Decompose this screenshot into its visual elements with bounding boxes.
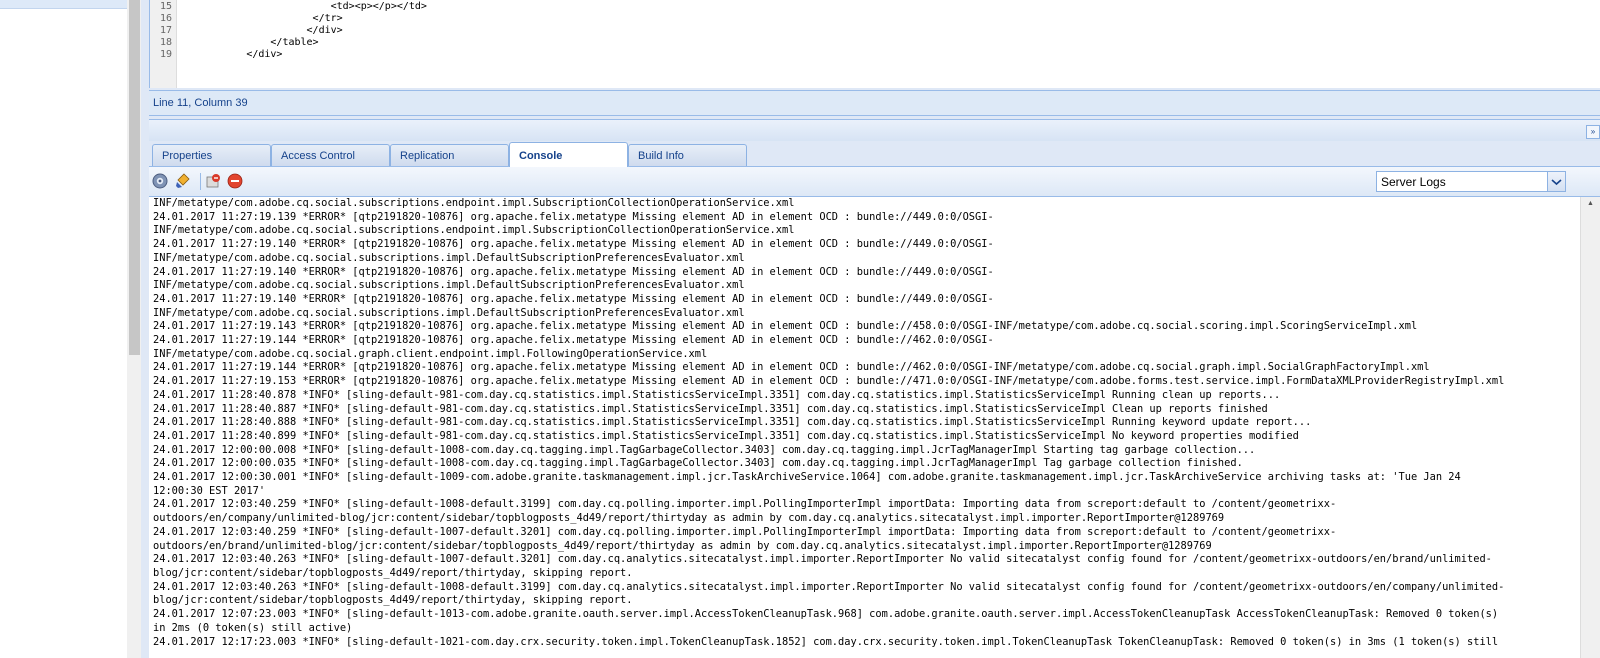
left-panel-scrollbar-thumb[interactable] — [129, 0, 140, 355]
log-line: INF/metatype/com.adobe.cq.social.subscri… — [153, 306, 745, 319]
log-line: INF/metatype/com.adobe.cq.social.subscri… — [153, 224, 795, 237]
panel-splitter[interactable]: » — [149, 119, 1600, 142]
terminate-icon[interactable] — [227, 173, 243, 189]
code-line: </div> — [150, 49, 283, 60]
log-line: blog/jcr:content/sidebar/topblogposts_4d… — [153, 594, 633, 607]
code-line: </table> — [150, 37, 319, 48]
clear-icon[interactable] — [175, 173, 191, 189]
tab-strip: Properties Access Control Replication Co… — [149, 141, 1600, 167]
log-line: blog/jcr:content/sidebar/topblogposts_4d… — [153, 566, 633, 579]
log-line: in 2ms (0 token(s) still active) — [153, 621, 353, 634]
log-line: 24.01.2017 12:03:40.259 *INFO* [sling-de… — [153, 525, 1337, 538]
log-line: 24.01.2017 12:07:23.003 *INFO* [sling-de… — [153, 608, 1499, 621]
log-line: INF/metatype/com.adobe.cq.social.graph.c… — [153, 347, 708, 360]
tab-label: Build Info — [638, 150, 684, 162]
log-line: 24.01.2017 12:00:30.001 *INFO* [sling-de… — [153, 471, 1461, 484]
log-line: 24.01.2017 11:28:40.888 *INFO* [sling-de… — [153, 416, 1312, 429]
log-line: INF/metatype/com.adobe.cq.social.subscri… — [153, 279, 745, 292]
log-line: INF/metatype/com.adobe.cq.social.subscri… — [153, 197, 795, 209]
log-line: 24.01.2017 11:27:19.140 *ERROR* [qtp2191… — [153, 238, 994, 251]
log-line: 24.01.2017 12:17:23.003 *INFO* [sling-de… — [153, 635, 1499, 648]
code-editor[interactable]: 15 16 17 18 19 <td><p></p></td> </tr> </… — [149, 0, 1600, 88]
log-line: 24.01.2017 12:00:00.035 *INFO* [sling-de… — [153, 457, 1243, 470]
cursor-position: Line 11, Column 39 — [153, 97, 248, 109]
log-line: 24.01.2017 11:27:19.153 *ERROR* [qtp2191… — [153, 375, 1505, 388]
console-toolbar: Server Logs — [149, 167, 1600, 197]
log-line: 24.01.2017 11:28:40.878 *INFO* [sling-de… — [153, 388, 1281, 401]
tab-console[interactable]: Console — [509, 142, 628, 167]
log-line: 24.01.2017 11:27:19.140 *ERROR* [qtp2191… — [153, 265, 994, 278]
code-line: </tr> — [150, 13, 343, 24]
scroll-up-icon[interactable]: ▲ — [1587, 200, 1594, 207]
log-source-select[interactable]: Server Logs — [1376, 171, 1566, 192]
log-line: 24.01.2017 11:28:40.887 *INFO* [sling-de… — [153, 402, 1268, 415]
log-line: 24.01.2017 11:27:19.139 *ERROR* [qtp2191… — [153, 210, 994, 223]
log-line: 24.01.2017 11:28:40.899 *INFO* [sling-de… — [153, 429, 1299, 442]
log-text: INF/metatype/com.adobe.cq.social.subscri… — [153, 197, 1504, 649]
log-line: 24.01.2017 11:27:19.143 *ERROR* [qtp2191… — [153, 320, 1418, 333]
console-log-output[interactable]: INF/metatype/com.adobe.cq.social.subscri… — [149, 197, 1580, 658]
tab-label: Properties — [162, 150, 213, 162]
main-panel: 15 16 17 18 19 <td><p></p></td> </tr> </… — [141, 0, 1600, 658]
log-line: 24.01.2017 11:27:19.144 *ERROR* [qtp2191… — [153, 334, 994, 347]
log-line: outdoors/en/brand/unlimited-blog/jcr:con… — [153, 539, 1212, 552]
log-source-value: Server Logs — [1381, 175, 1446, 189]
tab-replication[interactable]: Replication — [390, 144, 509, 166]
left-panel — [0, 0, 127, 658]
collapse-icon[interactable]: » — [1586, 125, 1600, 139]
dropdown-trigger[interactable] — [1547, 172, 1565, 191]
settings-icon[interactable] — [152, 173, 168, 189]
chevron-down-icon — [1551, 179, 1562, 186]
tab-access-control[interactable]: Access Control — [271, 144, 390, 166]
stop-icon[interactable] — [205, 173, 221, 189]
log-line: 12:00:30 EST 2017' — [153, 484, 266, 497]
log-line: 24.01.2017 12:03:40.263 *INFO* [sling-de… — [153, 553, 1492, 566]
editor-status-bar: Line 11, Column 39 — [149, 90, 1600, 116]
tab-label: Access Control — [281, 150, 355, 162]
selected-tree-row[interactable] — [0, 0, 127, 9]
log-line: 24.01.2017 12:00:00.008 *INFO* [sling-de… — [153, 443, 1256, 456]
tab-build-info[interactable]: Build Info — [628, 144, 747, 166]
log-line: 24.01.2017 11:27:19.144 *ERROR* [qtp2191… — [153, 361, 1430, 374]
log-line: outdoors/en/company/unlimited-blog/jcr:c… — [153, 512, 1225, 525]
tab-label: Console — [519, 150, 563, 162]
console-scrollbar[interactable]: ▲ — [1580, 197, 1600, 658]
log-line: 24.01.2017 12:03:40.259 *INFO* [sling-de… — [153, 498, 1337, 511]
toolbar-separator — [200, 173, 201, 190]
code-line: <td><p></p></td> — [150, 1, 427, 12]
log-line: 24.01.2017 11:27:19.140 *ERROR* [qtp2191… — [153, 292, 994, 305]
tab-properties[interactable]: Properties — [152, 144, 271, 166]
tab-label: Replication — [400, 150, 455, 162]
code-line: </div> — [150, 25, 343, 36]
log-line: INF/metatype/com.adobe.cq.social.subscri… — [153, 251, 745, 264]
log-line: 24.01.2017 12:03:40.263 *INFO* [sling-de… — [153, 580, 1505, 593]
